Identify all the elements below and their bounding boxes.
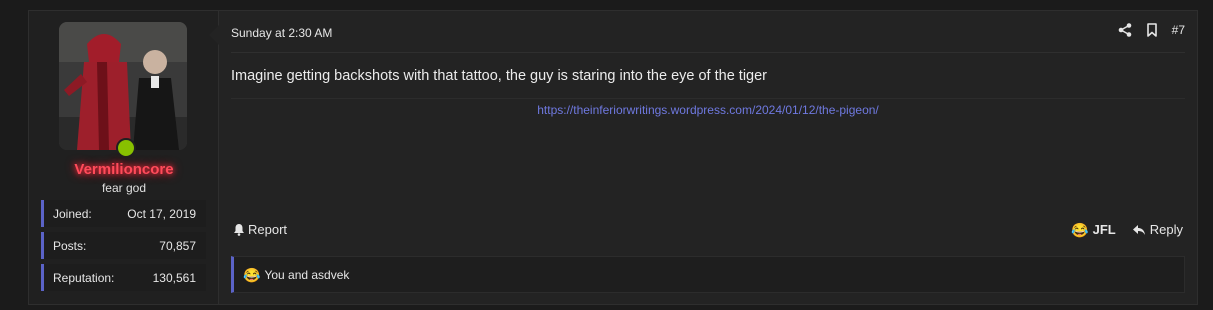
forum-post: Vermilioncore fear god Joined: Oct 17, 2… (28, 10, 1198, 305)
user-info-panel: Vermilioncore fear god Joined: Oct 17, 2… (29, 11, 219, 304)
stat-reputation: Reputation: 130,561 (41, 264, 206, 291)
stat-value: 130,561 (152, 270, 196, 285)
online-status-icon (116, 138, 136, 158)
post-number-link[interactable]: #7 (1172, 23, 1185, 37)
message-body: Imagine getting backshots with that tatt… (231, 68, 768, 84)
signature-link[interactable]: https://theinferiorwritings.wordpress.co… (219, 103, 1197, 117)
share-icon[interactable] (1118, 23, 1132, 37)
signature-divider (231, 98, 1185, 99)
react-jfl-button[interactable]: 😂 JFL (1071, 222, 1116, 237)
laughing-emoji-icon: 😂 (1071, 221, 1089, 238)
post-date[interactable]: Sunday at 2:30 AM (231, 26, 332, 40)
stat-value: 70,857 (159, 238, 196, 253)
reactions-bar[interactable]: 😂 You and asdvek (231, 256, 1185, 293)
reply-button[interactable]: Reply (1132, 222, 1183, 237)
reactions-summary[interactable]: You and asdvek (264, 268, 349, 282)
stat-label: Posts: (53, 238, 87, 253)
stat-label: Reputation: (53, 270, 115, 285)
reaction-label: JFL (1092, 222, 1116, 237)
laughing-emoji-icon: 😂 (243, 266, 261, 283)
username[interactable]: Vermilioncore (29, 161, 219, 178)
bookmark-icon[interactable] (1146, 23, 1158, 37)
message-arrow (209, 25, 219, 45)
stat-value: Oct 17, 2019 (127, 206, 196, 221)
report-label: Report (248, 222, 288, 237)
bell-icon (233, 223, 245, 236)
reply-arrow-icon (1132, 224, 1146, 236)
post-footer-actions: 😂 JFL Reply (1071, 222, 1183, 237)
user-avatar[interactable] (59, 22, 187, 150)
stat-joined: Joined: Oct 17, 2019 (41, 200, 206, 227)
stat-label: Joined: (53, 206, 92, 221)
reply-label: Reply (1149, 222, 1183, 237)
header-divider (231, 52, 1185, 53)
user-title: fear god (101, 181, 147, 195)
post-top-actions: #7 (1118, 23, 1185, 37)
report-button[interactable]: Report (233, 222, 287, 237)
message-panel: Sunday at 2:30 AM #7 Imagine getting bac… (209, 11, 1197, 304)
stat-posts: Posts: 70,857 (41, 232, 206, 259)
